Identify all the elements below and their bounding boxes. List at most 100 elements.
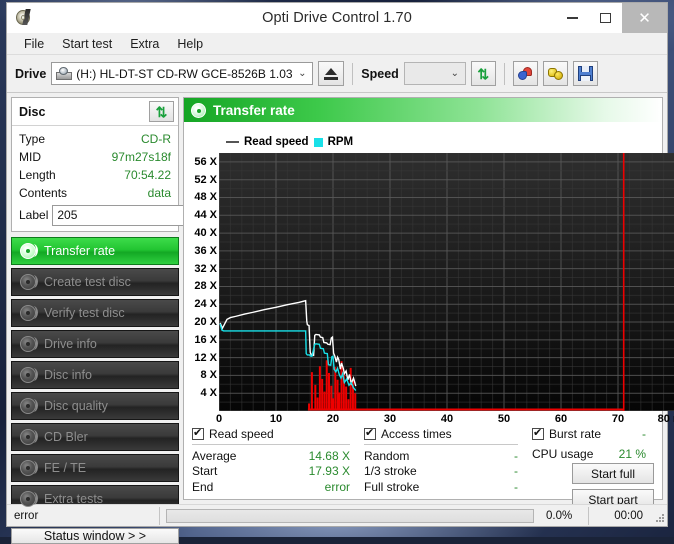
legend-swatch-read-speed [226,141,239,143]
sidebar-item-disc-info[interactable]: Disc info [11,361,179,389]
window-controls: ✕ [556,3,667,33]
stat-row-third-stroke: 1/3 stroke - [364,463,532,479]
speed-label: Speed [361,67,399,81]
disc-icon [20,460,36,476]
read-speed-checkbox-row[interactable]: Read speed [192,427,364,441]
status-message: error [7,510,159,522]
disc-row-value: 97m27s18f [112,150,171,164]
x-axis-tick-label: 60 [555,413,567,425]
burst-rate-checkbox-row[interactable]: Burst rate - [532,427,654,441]
action-buttons: Start full Start part [532,463,654,510]
x-axis-tick-label: 0 [216,413,222,425]
read-speed-checkbox[interactable] [192,428,204,440]
sidebar-item-label: FE / TE [44,461,86,475]
sidebar-item-label: Verify test disc [44,306,125,320]
status-bar: error 0.0% 00:00 [7,504,667,526]
sidebar-item-verify-test-disc[interactable]: Verify test disc [11,299,179,327]
disc-panel-header: Disc ⇅ [12,98,178,126]
disc-icon [20,305,36,321]
disc-label-row: Label [19,204,171,226]
disc-properties: Type CD-R MID 97m27s18f Length 70:54.22 … [12,126,178,231]
minimize-icon [567,17,578,19]
disc-panel-title: Disc [19,105,45,119]
menu-item-help[interactable]: Help [168,35,212,53]
sidebar-item-drive-info[interactable]: Drive info [11,330,179,358]
refresh-button[interactable]: ⇅ [471,61,496,86]
x-axis-tick-label: 30 [384,413,396,425]
disc-icon [20,336,36,352]
stat-key: Average [192,449,236,463]
elapsed-time: 00:00 [589,510,651,522]
sidebar-item-label: CD Bler [44,430,88,444]
erase-pill-icon [517,66,534,81]
toolbar-divider-1 [352,63,353,85]
disc-icon [20,491,36,507]
chevron-down-icon: ⌄ [294,68,310,79]
content-panel: Transfer rate Read speed RPM 4 X8 X12 X1… [183,97,663,500]
status-window-button[interactable]: Status window > > [11,528,179,544]
save-button[interactable] [573,61,598,86]
chart-plot-area[interactable] [219,153,674,411]
sidebar-item-fe-te[interactable]: FE / TE [11,454,179,482]
sidebar-item-create-test-disc[interactable]: Create test disc [11,268,179,296]
read-speed-stats: Read speed Average 14.68 X Start 17.93 X… [192,427,364,495]
erase-button[interactable] [513,61,538,86]
maximize-button[interactable] [589,3,622,33]
access-times-checkbox[interactable] [364,428,376,440]
disc-icon [191,103,206,118]
access-times-checkbox-row[interactable]: Access times [364,427,532,441]
burst-rate-checkbox[interactable] [532,428,544,440]
disc-row-value: CD-R [141,132,171,146]
sidebar-item-disc-quality[interactable]: Disc quality [11,392,179,420]
legend-swatch-rpm [314,138,323,147]
eject-button[interactable] [318,61,344,86]
disc-info-panel: Disc ⇅ Type CD-R MID 97m27s18f Le [11,97,179,232]
stat-row-average: Average 14.68 X [192,448,364,464]
progress-wrapper [160,509,540,523]
sidebar-item-cd-bler[interactable]: CD Bler [11,423,179,451]
stat-value: 21 % [619,447,654,461]
access-times-label: Access times [381,427,452,441]
chart-header: Transfer rate [184,98,662,122]
y-axis-tick-label: 20 X [194,316,217,328]
chevron-down-icon: ⌄ [447,68,463,79]
stat-key: 1/3 stroke [364,464,417,478]
drive-select[interactable]: (H:) HL-DT-ST CD-RW GCE-8526B 1.03 ⌄ [51,62,313,85]
main-body: Disc ⇅ Type CD-R MID 97m27s18f Le [7,93,667,504]
transfer-rate-chart: Read speed RPM 4 X8 X12 X16 X20 X24 X28 … [184,122,662,420]
refresh-icon: ⇅ [156,105,168,119]
disc-row-length: Length 70:54.22 [19,166,171,184]
stat-key: Start [192,464,217,478]
navigation-list: Transfer rate Create test disc Verify te… [11,237,179,513]
disc-refresh-button[interactable]: ⇅ [149,101,174,122]
y-axis-tick-label: 8 X [200,369,217,381]
disc-label-key: Label [19,208,48,222]
plug-button[interactable] [543,61,568,86]
disc-icon [20,429,36,445]
burst-rate-value: - [642,427,654,441]
menu-item-file[interactable]: File [15,35,53,53]
y-axis-tick-label: 32 X [194,263,217,275]
maximize-icon [600,13,611,23]
menu-bar: File Start test Extra Help [7,33,667,55]
stat-value: error [325,480,364,494]
disc-row-mid: MID 97m27s18f [19,148,171,166]
y-axis-tick-label: 56 X [194,156,217,168]
menu-item-start-test[interactable]: Start test [53,35,121,53]
x-axis-tick-label: 10 [270,413,282,425]
disc-row-key: MID [19,150,41,164]
menu-item-extra[interactable]: Extra [121,35,168,53]
sidebar: Disc ⇅ Type CD-R MID 97m27s18f Le [11,97,179,504]
progress-percent: 0.0% [540,510,588,522]
start-full-button[interactable]: Start full [572,463,654,484]
sidebar-item-transfer-rate[interactable]: Transfer rate [11,237,179,265]
speed-select[interactable]: ⌄ [404,62,466,85]
minimize-button[interactable] [556,3,589,33]
resize-grip[interactable] [651,509,665,523]
disc-row-contents: Contents data [19,184,171,202]
close-button[interactable]: ✕ [622,3,667,33]
y-axis-tick-label: 12 X [194,352,217,364]
stat-row-cpu-usage: CPU usage 21 % [532,447,654,461]
sidebar-item-label: Disc quality [44,399,108,413]
legend-label-rpm: RPM [328,136,354,148]
